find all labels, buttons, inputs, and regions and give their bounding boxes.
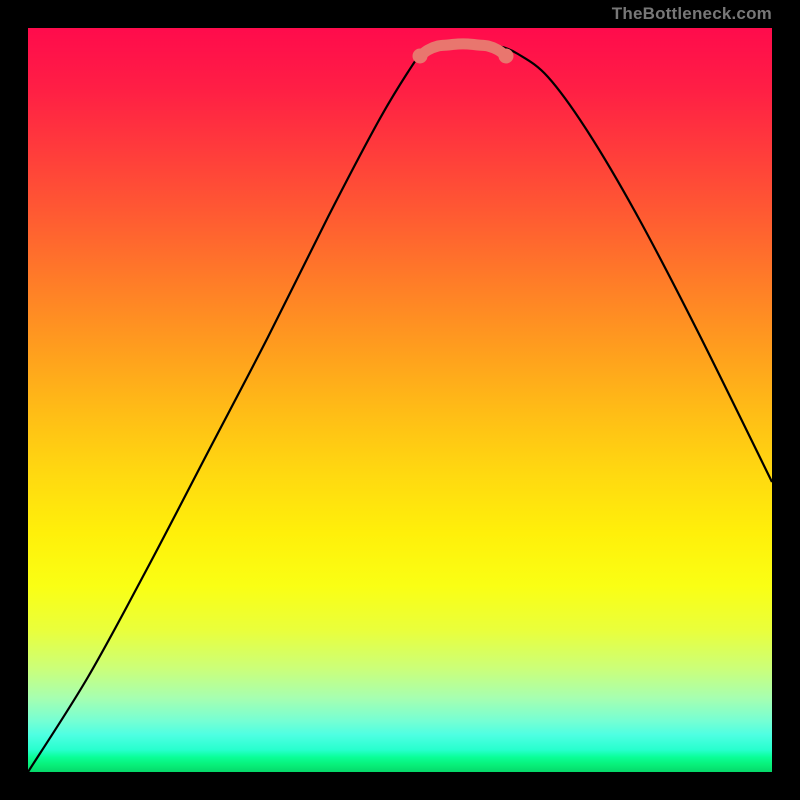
safe-zone-marker: [420, 44, 506, 56]
chart-frame: TheBottleneck.com: [28, 28, 772, 772]
safe-zone-marker-end: [499, 49, 514, 64]
bottleneck-chart: [28, 28, 772, 772]
bottleneck-curve: [28, 44, 772, 772]
safe-zone-marker-end: [413, 49, 428, 64]
watermark: TheBottleneck.com: [612, 4, 772, 24]
